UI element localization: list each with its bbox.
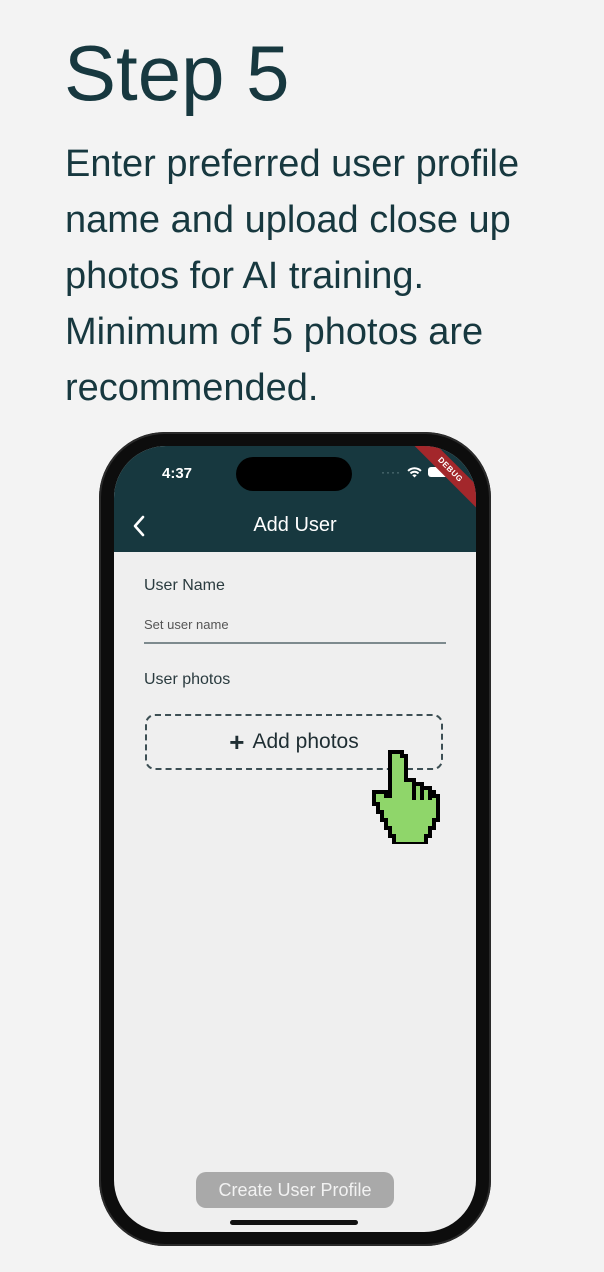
cellular-icon: ····	[381, 465, 401, 479]
page-title: Add User	[253, 514, 337, 536]
status-time: 4:37	[162, 465, 193, 482]
user-photos-label: User photos	[144, 671, 231, 688]
app-bar: 4:37 ···· DEBUG Add User	[114, 446, 476, 552]
dynamic-island	[236, 457, 352, 491]
add-photos-label: Add photos	[252, 730, 359, 753]
wifi-icon	[407, 466, 422, 477]
hand-pointer-icon	[372, 750, 440, 844]
create-user-profile-button[interactable]: Create User Profile	[196, 1172, 394, 1208]
step-title: Step 5	[64, 29, 290, 117]
plus-icon: +	[229, 727, 245, 757]
step-description: Enter preferred user profile name and up…	[65, 143, 520, 409]
user-name-input[interactable]	[144, 614, 446, 644]
debug-banner: DEBUG	[401, 446, 476, 519]
user-name-label: User Name	[144, 577, 225, 594]
home-indicator	[230, 1220, 358, 1225]
